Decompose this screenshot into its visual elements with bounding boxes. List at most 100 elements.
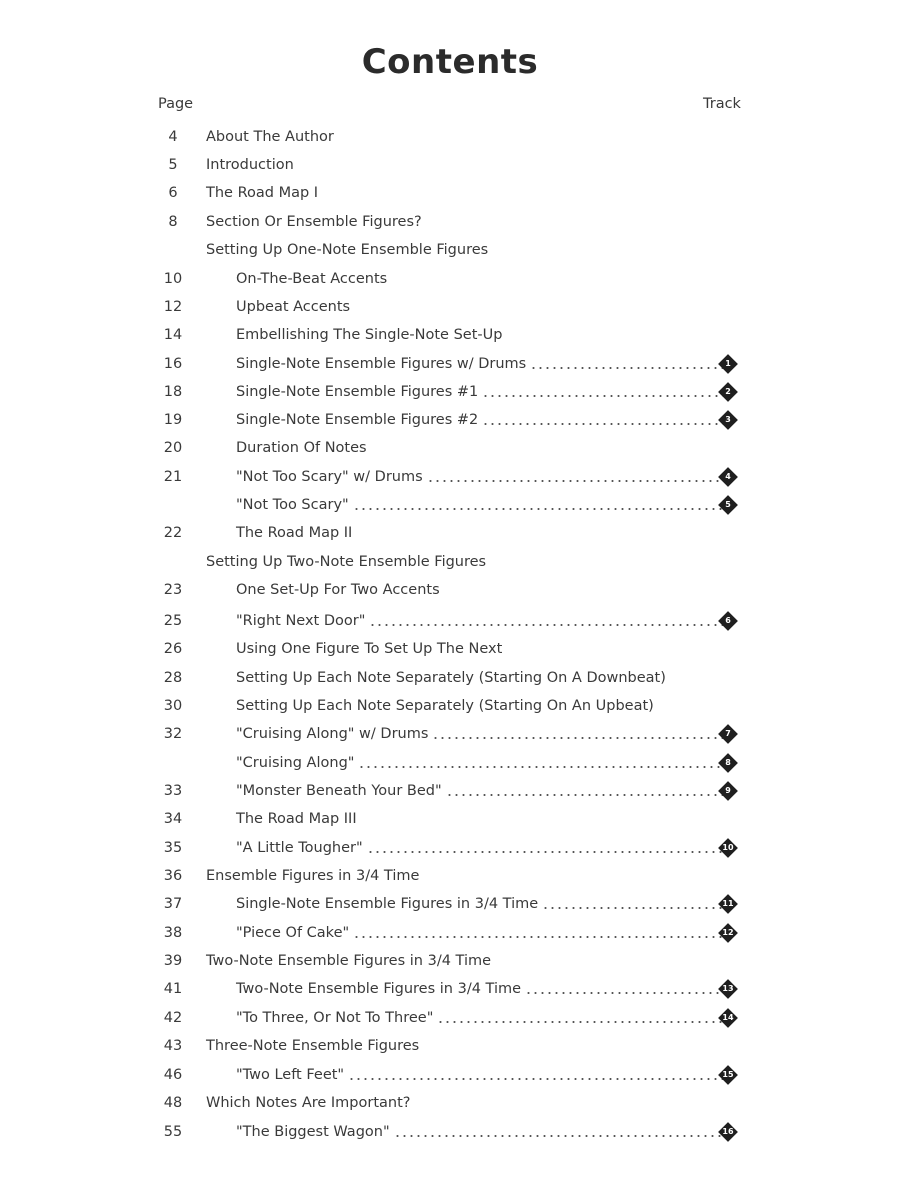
toc-title: "To Three, Or Not To Three" bbox=[236, 1010, 434, 1026]
toc-entry[interactable]: "Not Too Scary" 5 bbox=[0, 491, 900, 519]
toc-title-line: "The Biggest Wagon" bbox=[236, 1118, 728, 1146]
toc-title: Setting Up Two-Note Ensemble Figures bbox=[206, 554, 487, 570]
toc-page-number: 32 bbox=[163, 726, 183, 742]
toc-page-number: 39 bbox=[163, 953, 183, 969]
toc-title: "Cruising Along" w/ Drums bbox=[236, 726, 429, 742]
toc-title-line: One Set-Up For Two Accents bbox=[236, 576, 728, 604]
toc-entry[interactable]: 35 "A Little Tougher" 10 bbox=[0, 834, 900, 862]
toc-title: The Road Map III bbox=[236, 811, 357, 827]
toc-page-number: 42 bbox=[163, 1010, 183, 1026]
toc-page-number: 23 bbox=[163, 582, 183, 598]
toc-page-number: 30 bbox=[163, 698, 183, 714]
toc-entry[interactable]: 18 Single-Note Ensemble Figures #1 2 bbox=[0, 378, 900, 406]
track-badge-icon: 8 bbox=[718, 753, 738, 773]
toc-page-number: 8 bbox=[168, 214, 178, 230]
toc-page-number: 46 bbox=[163, 1067, 183, 1083]
track-number: 11 bbox=[722, 899, 734, 908]
toc-page-number: 28 bbox=[163, 670, 183, 686]
toc-title: The Road Map II bbox=[236, 525, 353, 541]
dot-leader bbox=[530, 367, 726, 369]
toc-page-number: 34 bbox=[163, 811, 183, 827]
toc-entry[interactable]: 43 Three-Note Ensemble Figures bbox=[0, 1032, 900, 1060]
dot-leader bbox=[525, 992, 726, 994]
toc-page-number: 4 bbox=[168, 129, 178, 145]
toc-title-line: Setting Up One-Note Ensemble Figures bbox=[206, 236, 728, 264]
toc-entry[interactable]: 10 On-The-Beat Accents bbox=[0, 265, 900, 293]
toc-entry[interactable]: 39 Two-Note Ensemble Figures in 3/4 Time bbox=[0, 947, 900, 975]
toc-entry[interactable]: 5 Introduction bbox=[0, 151, 900, 179]
track-number: 6 bbox=[725, 616, 731, 625]
toc-title: Single-Note Ensemble Figures #2 bbox=[236, 412, 479, 428]
track-number: 12 bbox=[722, 928, 734, 937]
toc-entry[interactable]: Setting Up Two-Note Ensemble Figures bbox=[0, 548, 900, 576]
toc-entry[interactable]: 33 "Monster Beneath Your Bed" 9 bbox=[0, 777, 900, 805]
toc-entry[interactable]: 36 Ensemble Figures in 3/4 Time bbox=[0, 862, 900, 890]
toc-entry[interactable]: 28 Setting Up Each Note Separately (Start… bbox=[0, 664, 900, 692]
toc-entry[interactable]: 37 Single-Note Ensemble Figures in 3/4 Ti… bbox=[0, 890, 900, 918]
toc-entry[interactable]: 6 The Road Map I bbox=[0, 179, 900, 207]
toc-entry[interactable]: 19 Single-Note Ensemble Figures #2 3 bbox=[0, 406, 900, 434]
toc-entry[interactable]: 38 "Piece Of Cake" 12 bbox=[0, 919, 900, 947]
toc-entry[interactable]: 46 "Two Left Feet" 15 bbox=[0, 1061, 900, 1089]
toc-page-number: 35 bbox=[163, 840, 183, 856]
track-number: 7 bbox=[725, 729, 731, 738]
track-number: 4 bbox=[725, 472, 731, 481]
toc-title-line: "To Three, Or Not To Three" bbox=[236, 1004, 728, 1032]
toc-title: "Cruising Along" bbox=[236, 755, 355, 771]
toc-title: Setting Up Each Note Separately (Startin… bbox=[236, 670, 666, 686]
track-number: 8 bbox=[725, 758, 731, 767]
toc-title: "A Little Tougher" bbox=[236, 840, 363, 856]
toc-page-number: 48 bbox=[163, 1095, 183, 1111]
toc-title-line: Single-Note Ensemble Figures #2 bbox=[236, 406, 728, 434]
toc-page-number: 6 bbox=[168, 185, 178, 201]
toc-title: Using One Figure To Set Up The Next bbox=[236, 641, 503, 657]
toc-title-line: "Not Too Scary" w/ Drums bbox=[236, 463, 728, 491]
toc-page-number: 20 bbox=[163, 440, 183, 456]
toc-entry[interactable]: 25 "Right Next Door" 6 bbox=[0, 607, 900, 635]
toc-entry[interactable]: 12 Upbeat Accents bbox=[0, 293, 900, 321]
toc-entry[interactable]: 34 The Road Map III bbox=[0, 805, 900, 833]
dot-leader bbox=[437, 1021, 726, 1023]
dot-leader bbox=[482, 423, 726, 425]
toc-title: Three-Note Ensemble Figures bbox=[206, 1038, 420, 1054]
toc-title-line: Which Notes Are Important? bbox=[206, 1089, 728, 1117]
toc-title: "The Biggest Wagon" bbox=[236, 1124, 390, 1140]
toc-entry[interactable]: 55 "The Biggest Wagon" 16 bbox=[0, 1118, 900, 1146]
toc-title: "Two Left Feet" bbox=[236, 1067, 345, 1083]
track-badge-icon: 2 bbox=[718, 382, 738, 402]
toc-entry[interactable]: 4 About The Author bbox=[0, 123, 900, 151]
toc-entry[interactable]: 14 Embellishing The Single-Note Set-Up bbox=[0, 321, 900, 349]
toc-entry[interactable]: 41 Two-Note Ensemble Figures in 3/4 Time 1… bbox=[0, 975, 900, 1003]
toc-entry[interactable]: 26 Using One Figure To Set Up The Next bbox=[0, 635, 900, 663]
toc-title-line: Ensemble Figures in 3/4 Time bbox=[206, 862, 728, 890]
toc-entry[interactable]: 8 Section Or Ensemble Figures? bbox=[0, 208, 900, 236]
toc-entry[interactable]: 42 "To Three, Or Not To Three" 14 bbox=[0, 1004, 900, 1032]
toc-page-number: 16 bbox=[163, 356, 183, 372]
toc-title-line: "Not Too Scary" bbox=[236, 491, 728, 519]
toc-page-number: 41 bbox=[163, 981, 183, 997]
toc-entry[interactable]: 21 "Not Too Scary" w/ Drums 4 bbox=[0, 463, 900, 491]
toc-title: Ensemble Figures in 3/4 Time bbox=[206, 868, 420, 884]
toc-entry[interactable]: 20 Duration Of Notes bbox=[0, 434, 900, 462]
dot-leader bbox=[482, 395, 726, 397]
page-title: Contents bbox=[361, 42, 539, 82]
toc-entry[interactable]: 22 The Road Map II bbox=[0, 519, 900, 547]
toc-entry[interactable]: Setting Up One-Note Ensemble Figures bbox=[0, 236, 900, 264]
toc-title-line: Section Or Ensemble Figures? bbox=[206, 208, 728, 236]
toc-title: On-The-Beat Accents bbox=[236, 271, 388, 287]
toc-entry[interactable]: 30 Setting Up Each Note Separately (Start… bbox=[0, 692, 900, 720]
toc-title: Setting Up One-Note Ensemble Figures bbox=[206, 242, 489, 258]
toc-title: Which Notes Are Important? bbox=[206, 1095, 411, 1111]
toc-entry[interactable]: "Cruising Along" 8 bbox=[0, 749, 900, 777]
toc-entry[interactable]: 48 Which Notes Are Important? bbox=[0, 1089, 900, 1117]
toc-entry[interactable]: 32 "Cruising Along" w/ Drums 7 bbox=[0, 720, 900, 748]
toc-entry[interactable]: 16 Single-Note Ensemble Figures w/ Drums 1 bbox=[0, 350, 900, 378]
toc-page-number: 14 bbox=[163, 327, 183, 343]
toc-title-line: Embellishing The Single-Note Set-Up bbox=[236, 321, 728, 349]
dot-leader bbox=[366, 851, 726, 853]
track-number: 3 bbox=[725, 415, 731, 424]
toc-entry[interactable]: 23 One Set-Up For Two Accents bbox=[0, 576, 900, 604]
toc-page-number: 36 bbox=[163, 868, 183, 884]
toc-title-line: Two-Note Ensemble Figures in 3/4 Time bbox=[236, 975, 728, 1003]
track-number: 13 bbox=[722, 984, 734, 993]
